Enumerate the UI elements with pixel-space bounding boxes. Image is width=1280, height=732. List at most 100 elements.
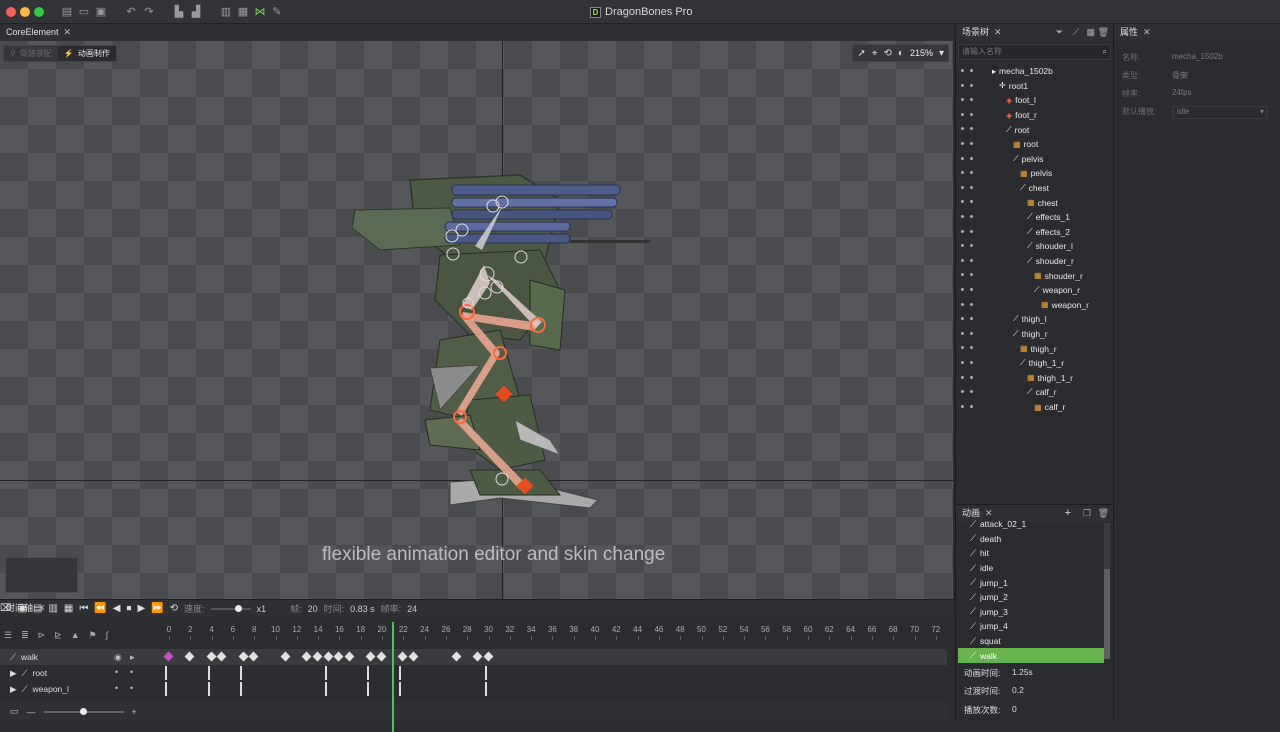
tree-item-weapon-r[interactable]: ⟋ weapon_r: [956, 283, 1113, 298]
first-frame-icon[interactable]: ⏮: [79, 603, 88, 614]
prev-key-icon[interactable]: ⏪: [94, 603, 106, 614]
lock-icon[interactable]: [970, 331, 973, 335]
visibility-icon[interactable]: [961, 69, 964, 72]
fade-value[interactable]: 0.2: [1012, 685, 1024, 701]
keyframe[interactable]: [376, 651, 387, 662]
scrollbar-thumb[interactable]: [1104, 569, 1110, 659]
tree-item-foot-l[interactable]: ◈ foot_l: [956, 93, 1113, 108]
armature-mode-button[interactable]: ⚲ 骨骼装配: [4, 46, 58, 61]
monitor-icon[interactable]: ▭: [10, 706, 19, 717]
animation-item-squat[interactable]: ⟋ squat: [964, 634, 1104, 649]
expand-icon[interactable]: ▶: [10, 681, 17, 697]
track-row-walk[interactable]: ⟋ walk ◉ ▸: [0, 649, 947, 665]
close-window-button[interactable]: [6, 7, 16, 17]
visibility-icon[interactable]: [961, 142, 964, 145]
keyframe[interactable]: [472, 651, 483, 662]
stop-icon[interactable]: ⏹: [127, 603, 132, 614]
lock-icon[interactable]: [970, 288, 973, 291]
visibility-icon[interactable]: [961, 244, 964, 248]
lock-icon[interactable]: ▸: [130, 652, 135, 663]
lock-icon[interactable]: [970, 142, 973, 145]
zoom-in-icon[interactable]: +: [132, 707, 137, 717]
lock-icon[interactable]: [970, 156, 973, 160]
lock-icon[interactable]: [970, 112, 973, 116]
tree-item-shouder-r[interactable]: ⟋ shouder_r: [956, 254, 1113, 269]
export-icon[interactable]: ▟: [189, 5, 203, 19]
keyframe[interactable]: [216, 651, 227, 662]
keyframe[interactable]: [207, 666, 210, 680]
tree-item-thigh-r[interactable]: ⟋ thigh_r: [956, 327, 1113, 342]
scene-search-input[interactable]: 请输入名称 ⌕: [958, 44, 1111, 60]
next-key-icon[interactable]: ⏩: [151, 603, 163, 614]
animation-item-jump-2[interactable]: ⟋ jump_2: [964, 590, 1104, 605]
lock-icon[interactable]: [970, 361, 973, 364]
keyframe[interactable]: [399, 666, 402, 680]
lock-icon[interactable]: [970, 273, 973, 277]
close-icon[interactable]: ✕: [38, 600, 46, 617]
list-icon[interactable]: ☰: [4, 630, 12, 641]
lock-icon[interactable]: [970, 229, 973, 233]
save-icon[interactable]: ▣: [94, 5, 108, 19]
lock-icon[interactable]: [970, 244, 973, 248]
lock-icon[interactable]: [970, 127, 973, 131]
visibility-icon[interactable]: [961, 375, 964, 379]
tree-item-shouder-l[interactable]: ⟋ shouder_l: [956, 239, 1113, 254]
lock-dot[interactable]: •: [130, 667, 133, 677]
edit-icon[interactable]: ✎: [270, 5, 284, 19]
animation-item-walk[interactable]: ⟋ walk: [958, 648, 1104, 663]
import-icon[interactable]: ▙: [172, 5, 186, 19]
weapon-l-keyframes[interactable]: [163, 681, 943, 697]
visibility-icon[interactable]: [961, 229, 964, 233]
keyframe[interactable]: [206, 651, 217, 662]
select-tool-icon[interactable]: ➚: [857, 48, 865, 59]
keyframe[interactable]: [367, 666, 370, 680]
keyframe[interactable]: [484, 666, 487, 680]
track-row-root[interactable]: ▶ ⟋ root • •: [0, 665, 947, 681]
time-value[interactable]: 0.83 s: [350, 604, 375, 614]
lock-dot[interactable]: •: [130, 683, 133, 693]
share-icon[interactable]: ⋈: [253, 5, 267, 19]
keyframe[interactable]: [399, 682, 402, 696]
tree-item-effects-2[interactable]: ⟋ effects_2: [956, 225, 1113, 240]
prop-value[interactable]: 24fps: [1172, 88, 1192, 102]
delete-icon[interactable]: 🗑: [1098, 27, 1109, 38]
visibility-dot[interactable]: •: [115, 683, 118, 693]
loop-icon[interactable]: ⟲: [170, 603, 178, 614]
visibility-icon[interactable]: [961, 127, 964, 131]
lock-icon[interactable]: [970, 346, 973, 350]
visibility-icon[interactable]: [961, 200, 964, 204]
timeline-zoom-slider[interactable]: [43, 707, 124, 715]
walk-keyframes[interactable]: [163, 649, 943, 665]
tree-item-pelvis[interactable]: ▦ pelvis: [956, 166, 1113, 181]
frame-ruler[interactable]: 0 2 4 6 8 10 12 14 16 18 20 22 24 26 28 30 32 34 36 38 40 42 4…: [163, 622, 953, 640]
prop-value[interactable]: mecha_1502b: [1172, 52, 1223, 66]
lock-icon[interactable]: [970, 404, 973, 408]
visibility-icon[interactable]: [961, 185, 964, 189]
add-key-icon[interactable]: ⊳: [38, 630, 46, 641]
keyframe[interactable]: [323, 651, 334, 662]
visibility-icon[interactable]: ◉: [114, 652, 122, 663]
visibility-icon[interactable]: [961, 302, 964, 306]
tab-timeline[interactable]: 时间轴 ✕: [0, 600, 52, 617]
tree-item-shouder-r[interactable]: ▦ shouder_r: [956, 268, 1113, 283]
keyframe[interactable]: [365, 651, 376, 662]
animation-item-attack-02-1[interactable]: ⟋ attack_02_1: [964, 517, 1104, 532]
texture-icon[interactable]: ▥: [219, 5, 233, 19]
lock-icon[interactable]: [970, 317, 973, 321]
add-bone-icon[interactable]: ⟋: [1073, 27, 1079, 38]
lock-icon[interactable]: [970, 69, 973, 72]
lock-icon[interactable]: [970, 185, 973, 189]
tree-item-effects-1[interactable]: ⟋ effects_1: [956, 210, 1113, 225]
visibility-icon[interactable]: [961, 273, 964, 277]
keyframe[interactable]: [484, 682, 487, 696]
lock-icon[interactable]: [970, 83, 973, 87]
duration-value[interactable]: 1.25s: [1012, 667, 1033, 683]
maximize-window-button[interactable]: [34, 7, 44, 17]
lock-icon[interactable]: [970, 258, 973, 262]
open-folder-icon[interactable]: ▭: [77, 5, 91, 19]
minimize-window-button[interactable]: [20, 7, 30, 17]
rotate-tool-icon[interactable]: ⟲: [884, 48, 892, 59]
new-file-icon[interactable]: ▤: [60, 5, 74, 19]
visibility-icon[interactable]: [961, 258, 964, 262]
visibility-icon[interactable]: [961, 390, 964, 394]
